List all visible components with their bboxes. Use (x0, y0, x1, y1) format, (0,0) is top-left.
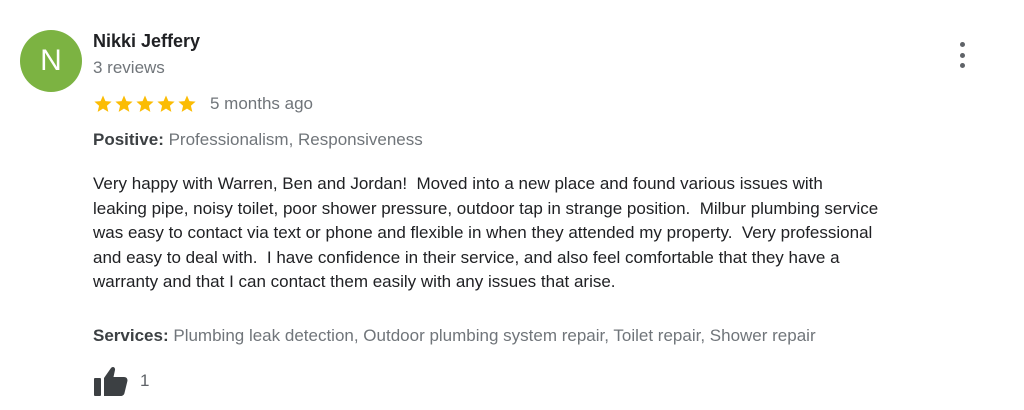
star-icon (94, 95, 112, 112)
thumbs-up-icon[interactable] (93, 365, 129, 397)
review-text: Very happy with Warren, Ben and Jordan! … (93, 174, 879, 292)
menu-dot (959, 52, 965, 58)
star-icon (157, 95, 175, 112)
reviewer-name[interactable]: Nikki Jeffery (93, 31, 200, 52)
positive-label: Positive: (93, 130, 164, 149)
menu-dot (959, 42, 965, 47)
reviewer-review-count[interactable]: 3 reviews (93, 58, 165, 78)
star-icon (178, 95, 196, 112)
star-icon (136, 95, 154, 112)
star-icon (115, 95, 133, 112)
services-value: Plumbing leak detection, Outdoor plumbin… (173, 326, 816, 345)
review-card: N Nikki Jeffery 3 reviews 5 months ago P… (0, 0, 1024, 410)
services-list: Services: Plumbing leak detection, Outdo… (93, 326, 816, 346)
like-row: 1 (93, 365, 149, 397)
avatar-initial: N (40, 44, 62, 77)
services-label: Services: (93, 326, 169, 345)
menu-dot (959, 63, 965, 68)
positive-value: Professionalism, Responsiveness (168, 130, 423, 149)
rating-row: 5 months ago (93, 92, 313, 116)
avatar[interactable]: N (20, 30, 82, 92)
star-rating (93, 94, 197, 114)
like-count: 1 (140, 371, 150, 390)
more-vert-icon[interactable] (950, 42, 974, 68)
review-time: 5 months ago (210, 94, 314, 113)
positive-attributes: Positive: Professionalism, Responsivenes… (93, 130, 423, 150)
